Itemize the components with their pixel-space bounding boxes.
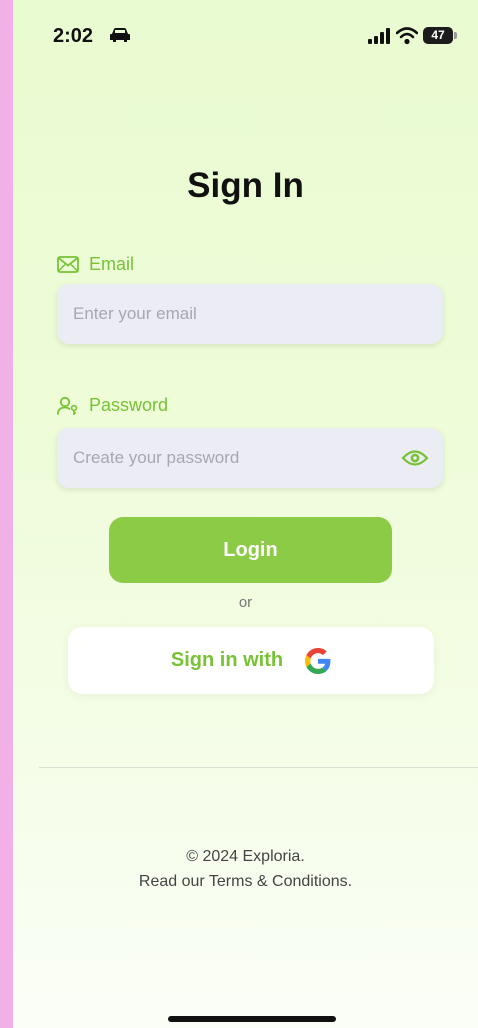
battery-cap [454, 32, 457, 39]
mail-icon [57, 256, 79, 273]
copyright-text: © 2024 Exploria. [186, 848, 305, 865]
page-title: Sign In [187, 166, 304, 205]
wifi-icon [396, 27, 418, 45]
password-label: Password [57, 395, 168, 416]
email-label-text: Email [89, 254, 135, 274]
footer: © 2024 Exploria. Read our Terms & Condit… [13, 844, 478, 894]
battery-indicator: 47 [423, 27, 453, 44]
user-key-icon [57, 396, 78, 415]
phone-screen: 2:02 47 Sign In Email Enter your email P… [13, 0, 478, 1028]
email-placeholder: Enter your email [73, 304, 197, 323]
status-bar: 2:02 47 [13, 0, 478, 70]
or-separator: or [238, 594, 253, 611]
status-time: 2:02 [53, 25, 94, 47]
eye-icon[interactable] [401, 447, 429, 469]
google-sign-in-button[interactable]: Sign in with [68, 627, 434, 694]
google-icon [305, 647, 331, 674]
password-field[interactable]: Create your password [57, 428, 443, 488]
login-button[interactable]: Login [109, 517, 392, 583]
email-label: Email [57, 254, 134, 275]
password-placeholder: Create your password [73, 448, 240, 467]
terms-link[interactable]: Read our Terms & Conditions. [13, 869, 478, 894]
divider [39, 767, 478, 768]
car-icon [110, 28, 130, 42]
google-sign-in-label: Sign in with [170, 649, 284, 671]
home-indicator[interactable] [168, 1016, 336, 1022]
signal-icon [368, 28, 390, 44]
password-label-text: Password [89, 395, 169, 415]
email-field[interactable]: Enter your email [57, 284, 443, 344]
